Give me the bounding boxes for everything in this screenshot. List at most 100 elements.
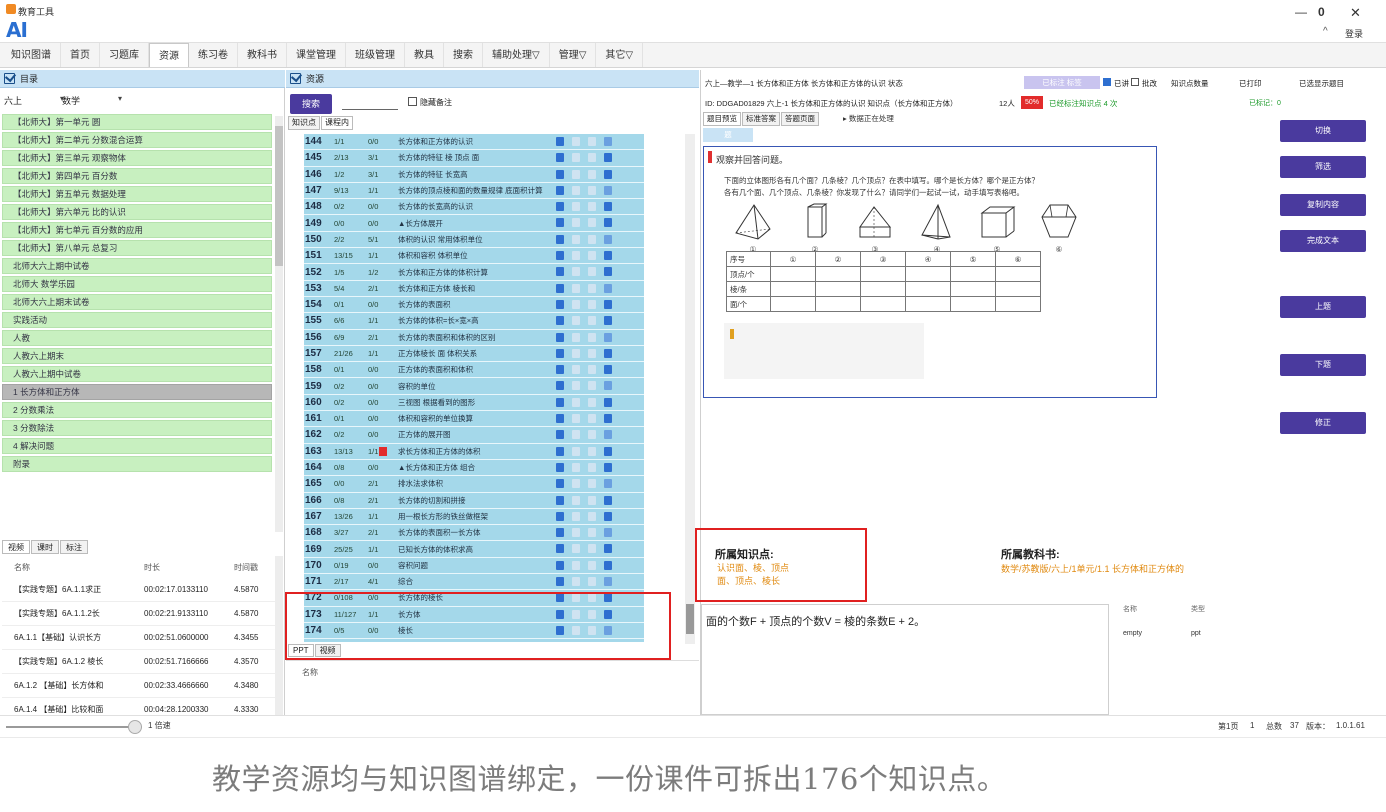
dot-icon[interactable] xyxy=(572,560,580,570)
tree-item[interactable]: 北师大 数学乐园 xyxy=(2,276,272,292)
resource-tab[interactable]: 知识点 xyxy=(288,116,320,130)
list-item[interactable]: 170 0/19 0/0 容积问题 xyxy=(304,557,644,575)
dot-icon[interactable] xyxy=(588,479,596,489)
dot-icon[interactable] xyxy=(572,348,580,358)
book-icon[interactable] xyxy=(556,251,564,261)
dot-icon[interactable] xyxy=(572,234,580,244)
book-icon[interactable] xyxy=(556,430,564,440)
book-icon[interactable] xyxy=(556,234,564,244)
answer-cell[interactable] xyxy=(860,266,906,282)
answer-cell[interactable] xyxy=(905,266,951,282)
book-icon[interactable] xyxy=(556,560,564,570)
list-item[interactable]: 151 13/15 1/1 体积和容积 体积单位 xyxy=(304,248,644,265)
media-tab[interactable]: 标注 xyxy=(60,540,88,554)
tree-scrollbar[interactable] xyxy=(275,116,283,532)
copy-icon[interactable] xyxy=(604,560,612,570)
dot-icon[interactable] xyxy=(588,202,596,212)
copy-icon[interactable] xyxy=(604,365,612,375)
dot-icon[interactable] xyxy=(572,267,580,277)
dot-icon[interactable] xyxy=(588,577,596,587)
list-item[interactable]: 159 0/2 0/0 容积的单位 xyxy=(304,378,644,395)
book-icon[interactable] xyxy=(556,544,564,554)
resource-tab[interactable]: 课程内 xyxy=(321,116,353,130)
book-icon[interactable] xyxy=(556,397,564,407)
answer-cell[interactable] xyxy=(815,296,861,312)
dot-icon[interactable] xyxy=(572,430,580,440)
dot-icon[interactable] xyxy=(572,169,580,179)
dot-icon[interactable] xyxy=(588,495,596,505)
menu-tab[interactable]: 管理▽ xyxy=(550,43,597,67)
answer-cell[interactable] xyxy=(815,266,861,282)
dot-icon[interactable] xyxy=(588,397,596,407)
tree-item[interactable]: 北师大六上期中试卷 xyxy=(2,258,272,274)
tree-item[interactable]: 人教 xyxy=(2,330,272,346)
book-icon[interactable] xyxy=(556,577,564,587)
copy-icon[interactable] xyxy=(604,462,612,472)
copy-icon[interactable] xyxy=(604,446,612,456)
book-icon[interactable] xyxy=(556,316,564,326)
answer-cell[interactable] xyxy=(770,266,816,282)
kp-scrollbar[interactable] xyxy=(685,134,695,644)
dot-icon[interactable] xyxy=(588,234,596,244)
book-icon[interactable] xyxy=(556,332,564,342)
list-item[interactable]: 146 1/2 3/1 长方体的特征 长宽高 xyxy=(304,166,644,183)
dot-icon[interactable] xyxy=(572,218,580,228)
list-item[interactable]: 163 13/13 1/1 求长方体和正方体的体积 xyxy=(304,443,644,460)
copy-icon[interactable] xyxy=(604,397,612,407)
list-item[interactable]: 160 0/2 0/0 三视图 根据看到的图形 xyxy=(304,394,644,412)
dot-icon[interactable] xyxy=(572,446,580,456)
list-item[interactable]: 167 13/26 1/1 用一根长方形的铁丝做框架 xyxy=(304,508,644,526)
search-button[interactable]: 搜索 xyxy=(290,94,332,114)
dot-icon[interactable] xyxy=(588,267,596,277)
answer-cell[interactable] xyxy=(905,296,951,312)
dot-icon[interactable] xyxy=(572,495,580,505)
copy-icon[interactable] xyxy=(604,544,612,554)
tree-item[interactable]: 人教六上期末 xyxy=(2,348,272,364)
question-mini-tab[interactable]: 题 xyxy=(703,128,753,142)
account-button[interactable]: 登录 xyxy=(1345,27,1363,40)
textbook-value[interactable]: 数学/苏教版/六上/1单元/1.1 长方体和正方体的 xyxy=(1001,562,1184,575)
copy-icon[interactable] xyxy=(604,218,612,228)
dot-icon[interactable] xyxy=(572,137,580,146)
list-item[interactable]: 156 6/9 2/1 长方体的表面积和体积的区别 xyxy=(304,329,644,346)
copy-icon[interactable] xyxy=(604,202,612,212)
speed-slider-handle[interactable] xyxy=(128,720,143,734)
list-item[interactable]: 155 6/6 1/1 长方体的体积=长×宽×高 xyxy=(304,313,644,330)
tree-item[interactable]: 人教六上期中试卷 xyxy=(2,366,272,382)
copy-icon[interactable] xyxy=(604,185,612,195)
list-item[interactable]: 144 1/1 0/0 长方体和正方体的认识 xyxy=(304,134,644,151)
dot-icon[interactable] xyxy=(572,544,580,554)
menu-tab[interactable]: 资源 xyxy=(149,43,189,67)
copy-icon[interactable] xyxy=(604,414,612,424)
dot-icon[interactable] xyxy=(572,299,580,309)
book-icon[interactable] xyxy=(556,446,564,456)
menu-tab[interactable]: 知识图谱 xyxy=(2,43,61,67)
dot-icon[interactable] xyxy=(588,283,596,293)
copy-icon[interactable] xyxy=(604,577,612,587)
minimize-button[interactable]: — xyxy=(1295,5,1307,19)
dot-icon[interactable] xyxy=(572,332,580,342)
book-icon[interactable] xyxy=(556,348,564,358)
tree-item[interactable]: 【北师大】第七单元 百分数的应用 xyxy=(2,222,272,238)
dot-icon[interactable] xyxy=(588,414,596,424)
tree-item[interactable]: 实践活动 xyxy=(2,312,272,328)
book-icon[interactable] xyxy=(556,202,564,212)
menu-tab[interactable]: 辅助处理▽ xyxy=(483,43,550,67)
tree-item[interactable]: 北师大六上期末试卷 xyxy=(2,294,272,310)
answer-cell[interactable] xyxy=(905,281,951,297)
book-icon[interactable] xyxy=(556,381,564,391)
table-row[interactable]: 6A.1.1【基础】认识长方 00:02:51.0600000 4.3455 xyxy=(2,626,282,650)
menu-tab[interactable]: 教具 xyxy=(405,43,444,67)
list-item[interactable]: 150 2/2 5/1 体积的认识 常用体积单位 xyxy=(304,231,644,249)
copy-icon[interactable] xyxy=(604,169,612,179)
dot-icon[interactable] xyxy=(572,185,580,195)
dot-icon[interactable] xyxy=(572,462,580,472)
tree-item[interactable]: 附录 xyxy=(2,456,272,472)
list-item[interactable]: 147 9/13 1/1 长方体的顶点棱和面的数量规律 底面积计算 xyxy=(304,182,644,200)
speed-slider-track[interactable] xyxy=(6,726,142,728)
book-icon[interactable] xyxy=(556,185,564,195)
list-item[interactable]: 148 0/2 0/0 长方体的长宽高的认识 xyxy=(304,199,644,216)
list-item[interactable]: 166 0/8 2/1 长方体的切割和拼接 xyxy=(304,492,644,509)
grading-checkbox[interactable] xyxy=(1131,78,1139,86)
dot-icon[interactable] xyxy=(572,414,580,424)
